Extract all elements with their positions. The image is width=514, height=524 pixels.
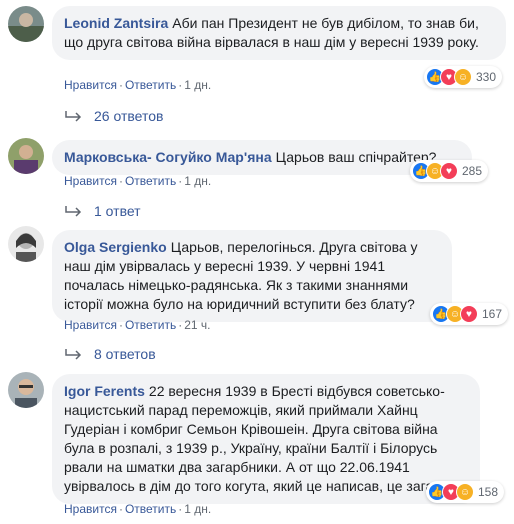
separator: · [178,502,183,516]
separator: · [178,78,183,92]
comment-bubble: Igor Ferents 22 вересня 1939 в Бресті від… [52,374,480,504]
reaction-count: 330 [476,70,497,84]
reaction-count: 158 [478,485,499,499]
reply-button[interactable]: Ответить [125,502,176,516]
avatar[interactable] [8,226,44,262]
separator: · [118,174,123,188]
comment-actions: Нравится · Ответить · 21 ч. [64,318,211,332]
reply-arrow-icon [65,111,82,122]
comment-actions: Нравится · Ответить · 1 дн. [64,174,211,188]
separator: · [118,318,123,332]
avatar[interactable] [8,138,44,174]
timestamp[interactable]: 1 дн. [184,78,211,92]
reply-arrow-icon [65,349,82,360]
comment-actions: Нравится · Ответить · 1 дн. [64,78,211,92]
view-replies-link[interactable]: 26 ответов [64,108,163,124]
reaction-summary[interactable]: 👍 ☺ ♥ 285 [410,160,489,182]
view-replies-link[interactable]: 8 ответов [64,346,156,362]
comment-author[interactable]: Leonid Zantsira [64,15,168,31]
reaction-summary[interactable]: 👍 ♥ ☺ 158 [426,481,505,503]
reply-button[interactable]: Ответить [125,78,176,92]
comment-actions: Нравится · Ответить · 1 дн. [64,502,211,516]
like-button[interactable]: Нравится [64,318,117,332]
timestamp[interactable]: 1 дн. [184,502,211,516]
like-button[interactable]: Нравится [64,78,117,92]
timestamp[interactable]: 1 дн. [184,174,211,188]
haha-icon: ☺ [456,483,474,501]
like-button[interactable]: Нравится [64,502,117,516]
comment-bubble: Марковська- Согуйко Мар'яна Царьов ваш сп… [52,140,472,175]
comment-author[interactable]: Olga Sergienko [64,239,167,255]
like-button[interactable]: Нравится [64,174,117,188]
reply-arrow-icon [65,206,82,217]
reply-button[interactable]: Ответить [125,174,176,188]
comment-bubble: Leonid Zantsira Аби пан Президент не був … [52,6,506,60]
replies-count[interactable]: 8 ответов [94,346,156,362]
comment-author[interactable]: Igor Ferents [64,383,145,399]
love-icon: ♥ [440,162,458,180]
separator: · [178,174,183,188]
separator: · [178,318,183,332]
separator: · [118,502,123,516]
timestamp[interactable]: 21 ч. [184,318,210,332]
separator: · [118,78,123,92]
reaction-summary[interactable]: 👍 ♥ ☺ 330 [424,66,503,88]
replies-count[interactable]: 1 ответ [94,203,141,219]
comment-text: 22 вересня 1939 в Бресті відбувся советс… [64,383,460,494]
reply-button[interactable]: Ответить [125,318,176,332]
view-replies-link[interactable]: 1 ответ [64,203,141,219]
reaction-count: 285 [462,164,483,178]
reaction-summary[interactable]: 👍 ☺ ♥ 167 [430,303,509,325]
comment-bubble: Olga Sergienko Царьов, перелогінься. Друг… [52,230,452,322]
comment-author[interactable]: Марковська- Согуйко Мар'яна [64,149,272,165]
replies-count[interactable]: 26 ответов [94,108,163,124]
love-icon: ♥ [460,305,478,323]
avatar[interactable] [8,372,44,408]
reaction-count: 167 [482,307,503,321]
haha-icon: ☺ [454,68,472,86]
avatar[interactable] [8,6,44,42]
